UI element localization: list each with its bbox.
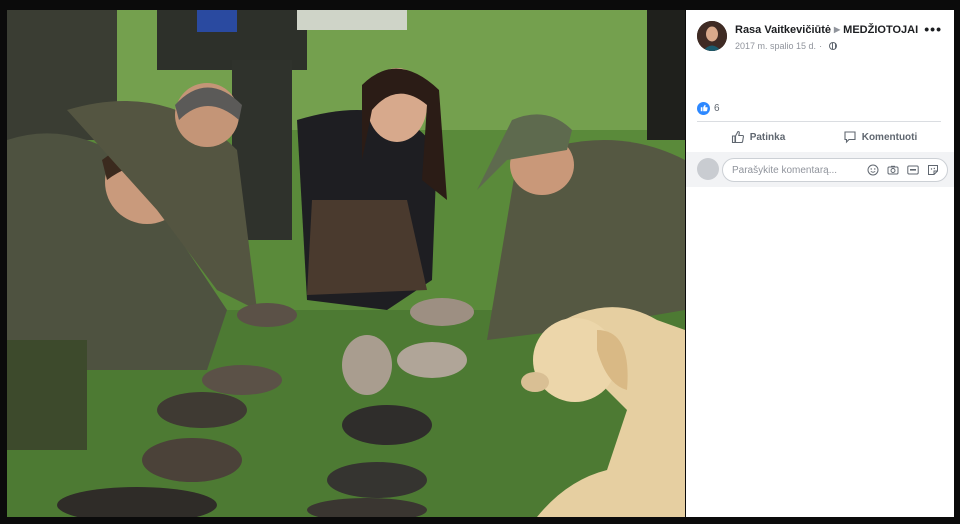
triangle-right-icon: ▶ — [834, 25, 841, 34]
author-avatar[interactable] — [697, 21, 727, 51]
hunting-photo-illustration — [7, 10, 685, 517]
more-dots-icon[interactable]: ••• — [924, 22, 942, 36]
group-name[interactable]: MEDŽIOTOJAI — [843, 24, 918, 36]
camera-icon[interactable] — [887, 164, 899, 176]
like-outline-icon — [731, 130, 744, 144]
divider-top — [697, 121, 941, 122]
post-side-panel: Rasa Vaitkevičiūtė ▶ MEDŽIOTOJAI 2017 m. s… — [686, 10, 954, 517]
gif-icon[interactable] — [907, 164, 919, 176]
like-button[interactable]: Patinka — [697, 125, 819, 149]
reaction-count: 6 — [714, 102, 720, 114]
like-label: Patinka — [749, 131, 786, 143]
post-date[interactable]: 2017 m. spalio 15 d. — [735, 41, 816, 51]
emoji-icon[interactable] — [867, 164, 879, 176]
comment-input[interactable] — [732, 163, 852, 177]
comment-tools — [867, 164, 939, 176]
sticker-icon[interactable] — [927, 164, 939, 176]
comment-button[interactable]: Komentuoti — [819, 125, 941, 149]
author-name[interactable]: Rasa Vaitkevičiūtė — [735, 24, 831, 36]
comment-input-wrapper[interactable] — [722, 158, 948, 182]
globe-icon — [829, 42, 838, 50]
reactions-summary[interactable]: 6 — [697, 101, 720, 115]
post-actions: Patinka Komentuoti — [697, 125, 941, 149]
meta-separator: · — [819, 41, 823, 51]
post-photo[interactable] — [7, 10, 685, 517]
comment-label: Komentuoti — [861, 131, 918, 143]
thumbs-up-icon — [697, 101, 710, 115]
avatar-image — [697, 21, 727, 51]
current-user-avatar — [697, 158, 719, 180]
comment-composer — [686, 152, 954, 187]
post-meta: 2017 m. spalio 15 d. · — [735, 40, 838, 52]
post-header: Rasa Vaitkevičiūtė ▶ MEDŽIOTOJAI — [735, 23, 918, 38]
comment-bubble-icon — [844, 131, 856, 144]
